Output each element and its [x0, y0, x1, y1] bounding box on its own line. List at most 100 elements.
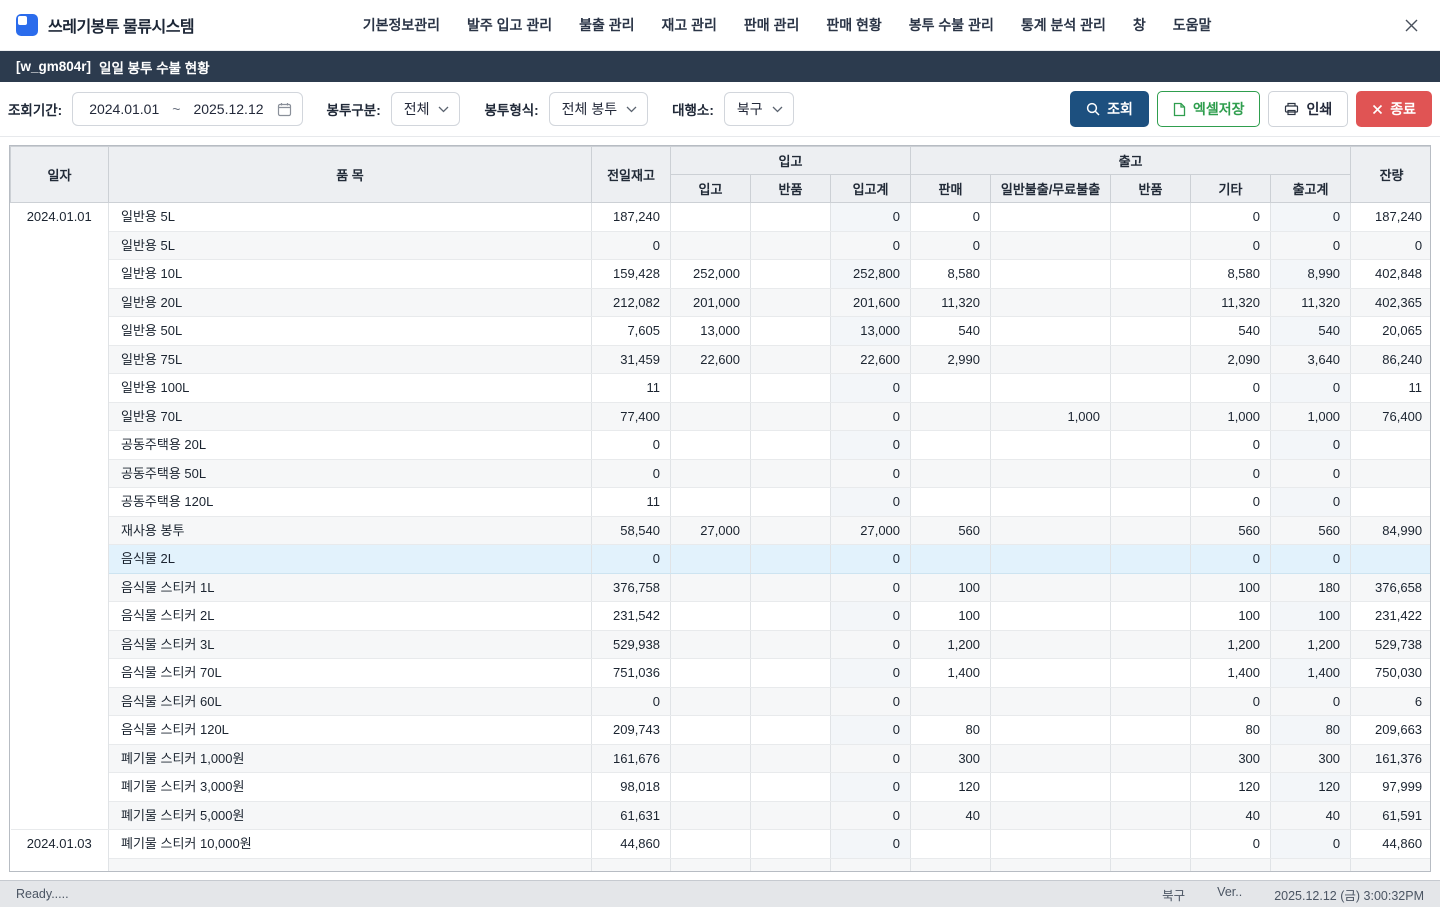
cell-sale[interactable]: 100 — [911, 573, 991, 602]
cell-prev-stock[interactable]: 98,018 — [592, 773, 671, 802]
cell-out-total[interactable]: 0 — [1271, 431, 1351, 460]
cell-out-return[interactable] — [1111, 288, 1191, 317]
cell-etc[interactable]: 300 — [1191, 744, 1271, 773]
menu-item-4[interactable]: 판매 관리 — [744, 15, 799, 35]
cell-in-return[interactable] — [751, 858, 831, 872]
cell-prev-stock[interactable]: 159,428 — [592, 260, 671, 289]
cell-general-free[interactable] — [991, 203, 1111, 232]
cell-item[interactable]: 공동주택용 50L — [109, 459, 592, 488]
cell-general-free[interactable] — [991, 659, 1111, 688]
cell-prev-stock[interactable]: 0 — [592, 231, 671, 260]
cell-in-return[interactable] — [751, 374, 831, 403]
cell-prev-stock[interactable]: 529,938 — [592, 630, 671, 659]
cell-in-total[interactable]: 0 — [831, 231, 911, 260]
cell-in-return[interactable] — [751, 630, 831, 659]
cell-in-total[interactable]: 0 — [831, 545, 911, 574]
cell-out-total[interactable]: 120 — [1271, 773, 1351, 802]
cell-sale[interactable]: 540 — [911, 317, 991, 346]
cell-general-free[interactable] — [991, 801, 1111, 830]
cell-item[interactable]: 음식물 스티커 2L — [109, 602, 592, 631]
header-date[interactable]: 일자 — [11, 147, 109, 203]
cell-item[interactable]: 음식물 2L — [109, 545, 592, 574]
cell-in-return[interactable] — [751, 260, 831, 289]
cell-in[interactable] — [671, 687, 751, 716]
cell-etc[interactable]: 1,000 — [1191, 402, 1271, 431]
cell-balance[interactable]: 402,365 — [1351, 288, 1431, 317]
cell-sale[interactable]: 80 — [911, 716, 991, 745]
cell-in-return[interactable] — [751, 744, 831, 773]
cell-item[interactable]: 음식물 스티커 70L — [109, 659, 592, 688]
cell-balance[interactable]: 231,422 — [1351, 602, 1431, 631]
excel-save-button[interactable]: 엑셀저장 — [1157, 91, 1261, 127]
cell-prev-stock[interactable]: 751,036 — [592, 659, 671, 688]
cell-out-return[interactable] — [1111, 459, 1191, 488]
cell-general-free[interactable] — [991, 374, 1111, 403]
cell-out-total[interactable]: 0 — [1271, 374, 1351, 403]
cell-item[interactable]: 공동주택용 120L — [109, 488, 592, 517]
cell-in-return[interactable] — [751, 431, 831, 460]
cell-out-return[interactable] — [1111, 687, 1191, 716]
cell-balance[interactable]: 187,240 — [1351, 203, 1431, 232]
cell-sale[interactable]: 120 — [911, 773, 991, 802]
cell-balance[interactable]: 6 — [1351, 687, 1431, 716]
cell-balance[interactable]: 11 — [1351, 374, 1431, 403]
cell-prev-stock[interactable]: 231,542 — [592, 602, 671, 631]
cell-in-total[interactable]: 0 — [831, 659, 911, 688]
exit-button[interactable]: 종료 — [1356, 91, 1432, 127]
cell-general-free[interactable] — [991, 317, 1111, 346]
cell-balance[interactable] — [1351, 858, 1431, 872]
cell-etc[interactable]: 11,320 — [1191, 288, 1271, 317]
cell-in-total[interactable] — [831, 858, 911, 872]
cell-out-return[interactable] — [1111, 801, 1191, 830]
cell-out-total[interactable]: 8,990 — [1271, 260, 1351, 289]
cell-in-return[interactable] — [751, 231, 831, 260]
cell-out-total[interactable]: 100 — [1271, 602, 1351, 631]
cell-in-total[interactable]: 0 — [831, 830, 911, 859]
cell-out-total[interactable]: 1,400 — [1271, 659, 1351, 688]
cell-general-free[interactable] — [991, 573, 1111, 602]
cell-out-return[interactable] — [1111, 830, 1191, 859]
cell-prev-stock[interactable]: 212,082 — [592, 288, 671, 317]
cell-out-total[interactable]: 560 — [1271, 516, 1351, 545]
cell-sale[interactable] — [911, 687, 991, 716]
cell-in-total[interactable]: 0 — [831, 488, 911, 517]
cell-in[interactable] — [671, 773, 751, 802]
cell-out-return[interactable] — [1111, 516, 1191, 545]
cell-balance[interactable]: 76,400 — [1351, 402, 1431, 431]
cell-prev-stock[interactable]: 7,605 — [592, 317, 671, 346]
cell-etc[interactable]: 0 — [1191, 488, 1271, 517]
cell-general-free[interactable] — [991, 744, 1111, 773]
cell-in-return[interactable] — [751, 288, 831, 317]
cell-out-return[interactable] — [1111, 260, 1191, 289]
cell-item[interactable]: 일반용 20L — [109, 288, 592, 317]
cell-general-free[interactable] — [991, 488, 1111, 517]
cell-sale[interactable]: 2,990 — [911, 345, 991, 374]
cell-in-total[interactable]: 0 — [831, 773, 911, 802]
cell-sale[interactable]: 1,400 — [911, 659, 991, 688]
cell-in-return[interactable] — [751, 830, 831, 859]
cell-out-total[interactable]: 540 — [1271, 317, 1351, 346]
cell-out-total[interactable] — [1271, 858, 1351, 872]
cell-item[interactable]: 음식물 스티커 120L — [109, 716, 592, 745]
header-in-return[interactable]: 반품 — [751, 175, 831, 203]
cell-balance[interactable]: 97,999 — [1351, 773, 1431, 802]
cell-prev-stock[interactable]: 0 — [592, 459, 671, 488]
cell-in-return[interactable] — [751, 488, 831, 517]
cell-etc[interactable]: 40 — [1191, 801, 1271, 830]
cell-etc[interactable]: 1,400 — [1191, 659, 1271, 688]
cell-out-total[interactable]: 0 — [1271, 459, 1351, 488]
cell-in-total[interactable]: 0 — [831, 687, 911, 716]
cell-etc[interactable]: 0 — [1191, 231, 1271, 260]
cell-out-total[interactable]: 1,200 — [1271, 630, 1351, 659]
window-close-button[interactable] — [1398, 12, 1424, 38]
cell-sale[interactable] — [911, 545, 991, 574]
cell-item[interactable]: 폐기물 스티커 10,000원 — [109, 830, 592, 859]
menu-item-5[interactable]: 판매 현황 — [826, 15, 881, 35]
cell-item[interactable]: 폐기물 스티커 1,000원 — [109, 744, 592, 773]
menu-item-9[interactable]: 도움말 — [1173, 15, 1212, 35]
cell-item[interactable]: 일반용 75L — [109, 345, 592, 374]
cell-in[interactable] — [671, 459, 751, 488]
cell-in-return[interactable] — [751, 203, 831, 232]
menu-item-7[interactable]: 통계 분석 관리 — [1021, 15, 1106, 35]
cell-in-return[interactable] — [751, 317, 831, 346]
